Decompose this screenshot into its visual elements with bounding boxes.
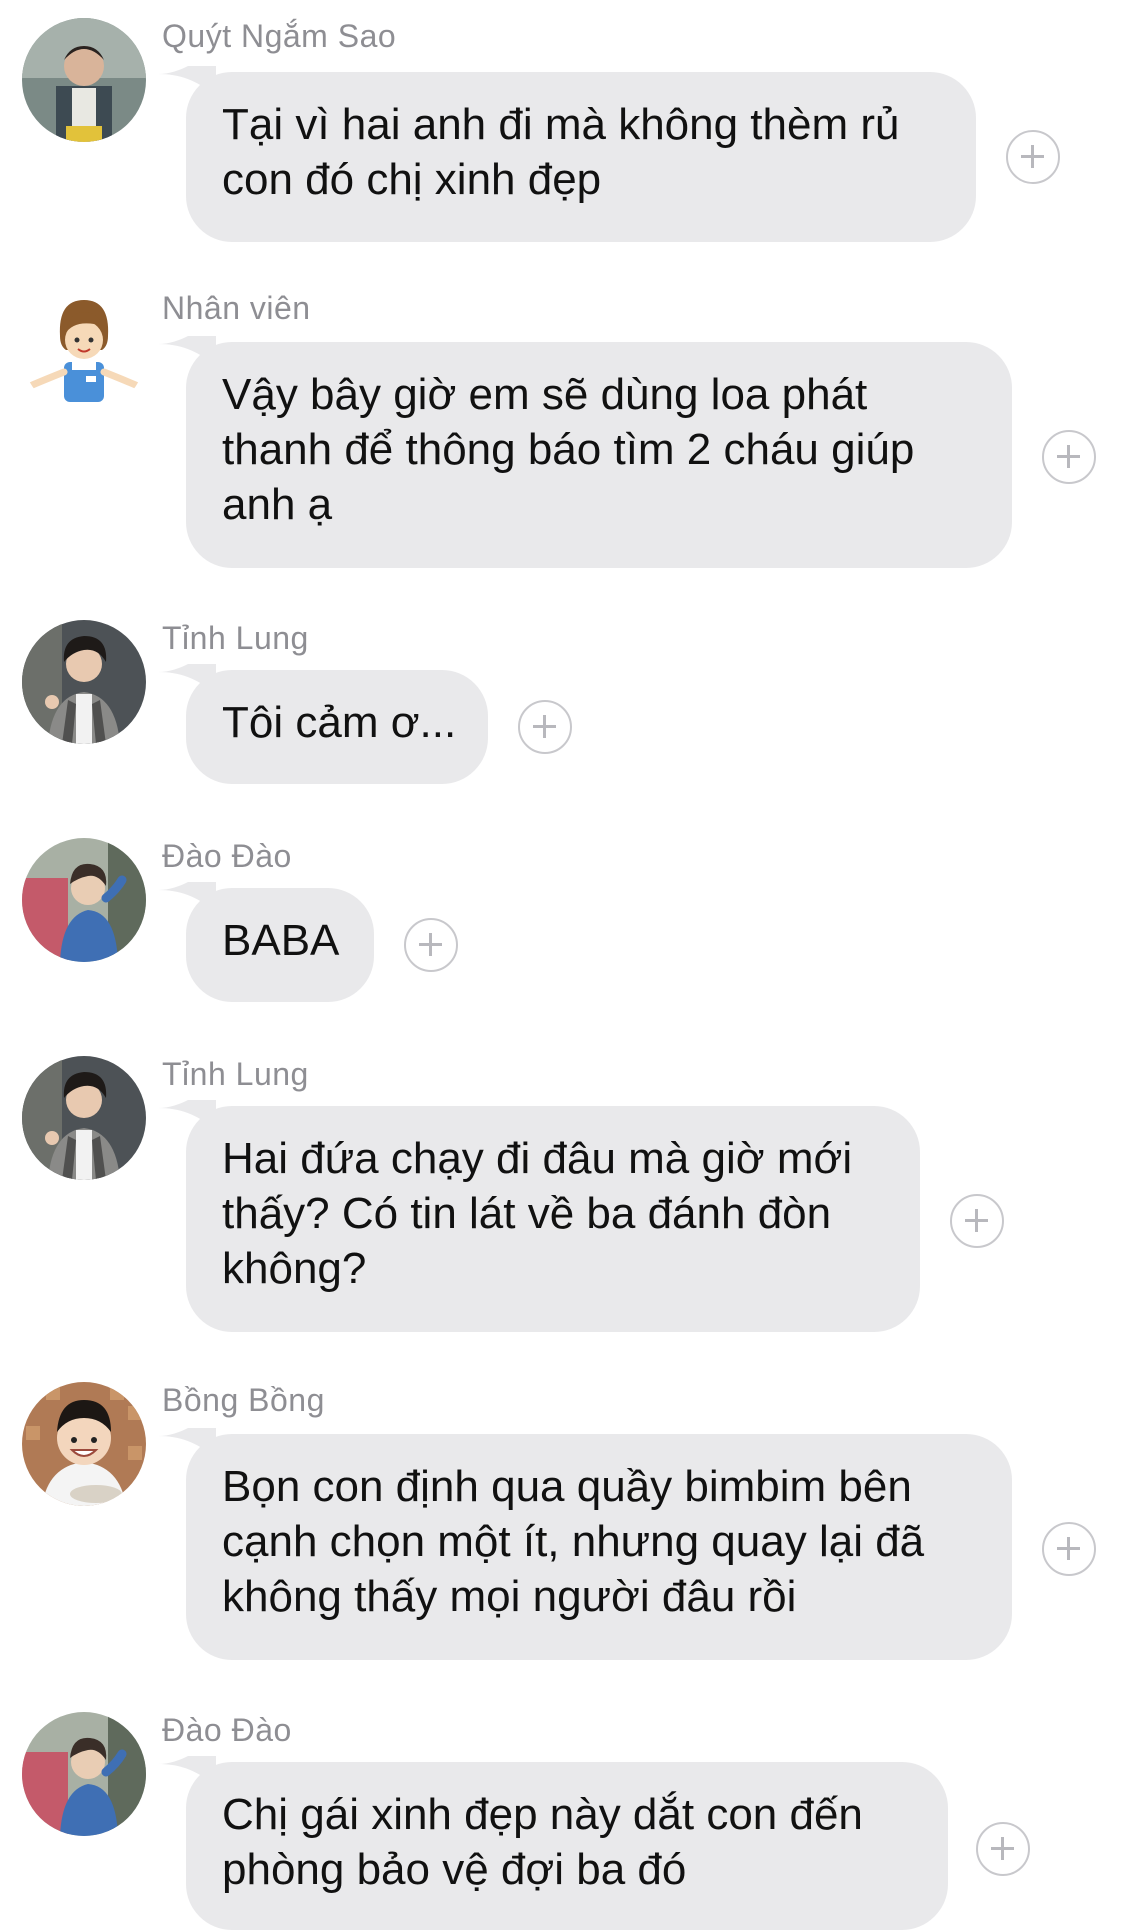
message-text-line: Vậy bây giờ em sẽ dùng loa phát	[222, 370, 868, 419]
plus-circle-icon[interactable]	[950, 1194, 1004, 1248]
sender-name: Nhân viên	[162, 290, 311, 326]
message-row: Quýt Ngắm Sao Tại vì hai anh đi mà không…	[0, 0, 1126, 250]
plus-circle-icon[interactable]	[518, 700, 572, 754]
message-bubble[interactable]: BABA	[186, 888, 374, 1002]
sender-name: Đào Đào	[162, 838, 292, 874]
message-text-line: con đó chị xinh đẹp	[222, 155, 602, 204]
message-bubble[interactable]: Vậy bây giờ em sẽ dùng loa phát thanh để…	[186, 342, 1012, 568]
child-photo-avatar[interactable]	[22, 1712, 146, 1836]
message-bubble[interactable]: Chị gái xinh đẹp này dắt con đến phòng b…	[186, 1762, 948, 1930]
message-text-line: Tại vì hai anh đi mà không thèm rủ	[222, 100, 900, 149]
message-text-line: Hai đứa chạy đi đâu mà giờ mới	[222, 1134, 853, 1183]
sender-name: Đào Đào	[162, 1712, 292, 1748]
smiling-boy-photo-avatar[interactable]	[22, 1382, 146, 1506]
message-bubble[interactable]: Tại vì hai anh đi mà không thèm rủ con đ…	[186, 72, 976, 242]
message-text-line: Chị gái xinh đẹp này dắt con đến	[222, 1790, 863, 1839]
message-text-line: anh ạ	[222, 480, 333, 529]
message-bubble[interactable]: Hai đứa chạy đi đâu mà giờ mới thấy? Có …	[186, 1106, 920, 1332]
plus-circle-icon[interactable]	[1006, 130, 1060, 184]
plus-circle-icon[interactable]	[1042, 430, 1096, 484]
message-row: Tỉnh Lung Tôi cảm ơ...	[0, 598, 1126, 798]
man-photo-avatar[interactable]	[22, 620, 146, 744]
message-row: Đào Đào Chị gái xinh đẹp này dắt con đến…	[0, 1690, 1126, 1930]
sender-name: Tỉnh Lung	[162, 620, 309, 656]
message-text-line: Tôi cảm ơ...	[222, 698, 457, 747]
sender-name: Quýt Ngắm Sao	[162, 18, 397, 54]
message-text-line: BABA	[222, 916, 340, 965]
message-text-line: thấy? Có tin lát về ba đánh đòn	[222, 1189, 832, 1238]
plus-circle-icon[interactable]	[404, 918, 458, 972]
message-text-line: thanh để thông báo tìm 2 cháu giúp	[222, 425, 915, 474]
child-photo-avatar[interactable]	[22, 838, 146, 962]
staff-cartoon-avatar[interactable]	[22, 290, 146, 414]
message-text-line: phòng bảo vệ đợi ba đó	[222, 1845, 687, 1894]
message-bubble[interactable]: Bọn con định qua quầy bimbim bên cạnh ch…	[186, 1434, 1012, 1660]
man-photo-avatar[interactable]	[22, 1056, 146, 1180]
message-text-line: cạnh chọn một ít, nhưng quay lại đã	[222, 1517, 925, 1566]
message-row: Đào Đào BABA	[0, 816, 1126, 1016]
sender-name: Bồng Bồng	[162, 1382, 325, 1418]
message-text-line: không thấy mọi người đâu rồi	[222, 1572, 797, 1621]
plus-circle-icon[interactable]	[1042, 1522, 1096, 1576]
chat-thread: Quýt Ngắm Sao Tại vì hai anh đi mà không…	[0, 0, 1126, 1930]
message-row: Bồng Bồng Bọn con định qua quầy bimbim b…	[0, 1362, 1126, 1662]
sender-name: Tỉnh Lung	[162, 1056, 309, 1092]
message-text-line: không?	[222, 1244, 367, 1293]
message-bubble[interactable]: Tôi cảm ơ...	[186, 670, 488, 784]
message-text-line: Bọn con định qua quầy bimbim bên	[222, 1462, 912, 1511]
boy-photo-avatar[interactable]	[22, 18, 146, 142]
message-row: Tỉnh Lung Hai đứa chạy đi đâu mà giờ mới…	[0, 1034, 1126, 1334]
message-row: Nhân viên Vậy bây giờ em sẽ dùng loa phá…	[0, 270, 1126, 570]
plus-circle-icon[interactable]	[976, 1822, 1030, 1876]
